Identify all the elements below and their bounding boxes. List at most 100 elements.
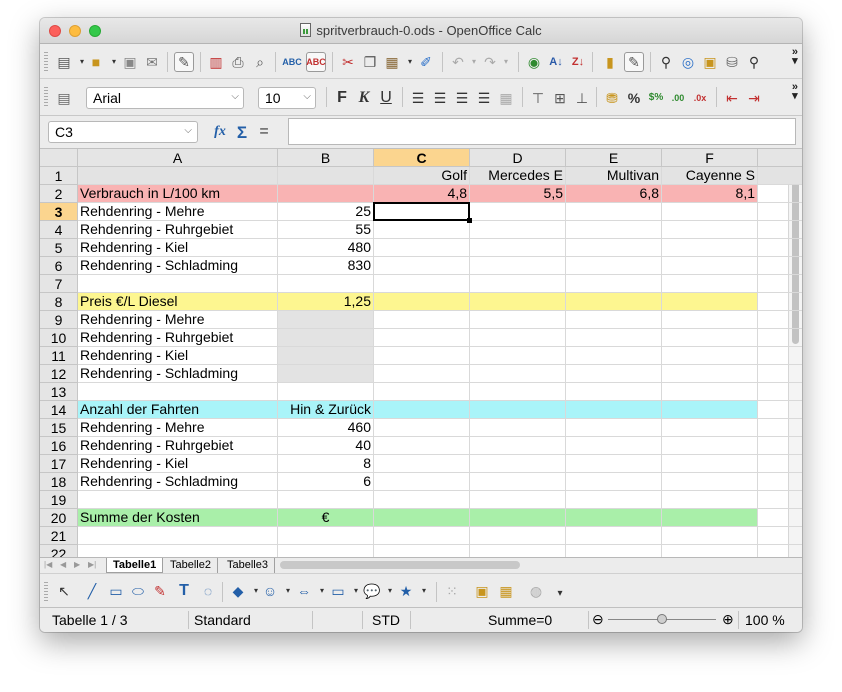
cell-c21[interactable]: [374, 527, 470, 545]
toolbar-grip[interactable]: [44, 52, 48, 72]
toolbar-grip[interactable]: [44, 582, 48, 602]
row-header-9[interactable]: 9: [40, 311, 78, 329]
draw-functions-icon[interactable]: ✎: [624, 52, 644, 72]
cell-a18[interactable]: Rehdenring - Schladming: [78, 473, 278, 491]
cell-c5[interactable]: [374, 239, 470, 257]
cell-a19[interactable]: [78, 491, 278, 509]
cell-g15[interactable]: [758, 419, 802, 437]
cell-e13[interactable]: [566, 383, 662, 401]
cell-f6[interactable]: [662, 257, 758, 275]
cell-a10[interactable]: Rehdenring - Ruhrgebiet: [78, 329, 278, 347]
align-top-icon[interactable]: ⊤: [528, 88, 548, 108]
cell-d22[interactable]: [470, 545, 566, 557]
cell-a3[interactable]: Rehdenring - Mehre: [78, 203, 278, 221]
cell-d15[interactable]: [470, 419, 566, 437]
delete-decimal-icon[interactable]: .0x: [690, 88, 710, 108]
function-wizard-button[interactable]: fx: [210, 122, 230, 142]
cell-f12[interactable]: [662, 365, 758, 383]
ellipse-icon[interactable]: ⬭: [128, 581, 148, 601]
cell-g19[interactable]: [758, 491, 802, 509]
block-arrows-icon[interactable]: ⇔: [294, 581, 314, 601]
selection-mode[interactable]: STD: [372, 612, 400, 628]
cell-e20[interactable]: [566, 509, 662, 527]
cell-e5[interactable]: [566, 239, 662, 257]
cell-c7[interactable]: [374, 275, 470, 293]
cell-g6[interactable]: [758, 257, 802, 275]
cell-c13[interactable]: [374, 383, 470, 401]
cell-f2[interactable]: 8,1: [662, 185, 758, 203]
points-icon[interactable]: ⁙: [442, 581, 462, 601]
cell-d21[interactable]: [470, 527, 566, 545]
cell-f3[interactable]: [662, 203, 758, 221]
zoom-icon[interactable]: ⚲: [744, 52, 764, 72]
cell-c16[interactable]: [374, 437, 470, 455]
cell-g5[interactable]: [758, 239, 802, 257]
formula-input[interactable]: [288, 118, 796, 145]
column-header-c[interactable]: C: [374, 149, 470, 167]
previous-sheet-icon[interactable]: ◀: [60, 560, 66, 569]
cell-g17[interactable]: [758, 455, 802, 473]
cell-e10[interactable]: [566, 329, 662, 347]
align-center-icon[interactable]: ☰: [430, 88, 450, 108]
merge-cells-icon[interactable]: ▦: [496, 88, 516, 108]
toolbar-overflow-icon[interactable]: ▾: [550, 584, 570, 604]
row-header-7[interactable]: 7: [40, 275, 78, 293]
cell-f1[interactable]: Cayenne S: [662, 167, 758, 185]
percent-format-button[interactable]: %: [624, 88, 644, 108]
cell-d14[interactable]: [470, 401, 566, 419]
cell-e4[interactable]: [566, 221, 662, 239]
cell-d10[interactable]: [470, 329, 566, 347]
cell-b7[interactable]: [278, 275, 374, 293]
row-header-17[interactable]: 17: [40, 455, 78, 473]
row-header-1[interactable]: 1: [40, 167, 78, 185]
cell-a7[interactable]: [78, 275, 278, 293]
row-header-11[interactable]: 11: [40, 347, 78, 365]
row-header-19[interactable]: 19: [40, 491, 78, 509]
cell-b14[interactable]: Hin & Zurück: [278, 401, 374, 419]
cell-c10[interactable]: [374, 329, 470, 347]
cell-e9[interactable]: [566, 311, 662, 329]
cell-c11[interactable]: [374, 347, 470, 365]
cell-a4[interactable]: Rehdenring - Ruhrgebiet: [78, 221, 278, 239]
cell-e17[interactable]: [566, 455, 662, 473]
cell-b19[interactable]: [278, 491, 374, 509]
sort-descending-icon[interactable]: Z↓: [568, 52, 588, 72]
cell-a20[interactable]: Summe der Kosten: [78, 509, 278, 527]
cell-b16[interactable]: 40: [278, 437, 374, 455]
new-document-icon[interactable]: ▤: [54, 52, 74, 72]
cell-a14[interactable]: Anzahl der Fahrten: [78, 401, 278, 419]
zoom-level[interactable]: 100 %: [745, 612, 785, 628]
cell-f13[interactable]: [662, 383, 758, 401]
cell-b4[interactable]: 55: [278, 221, 374, 239]
auto-spellcheck-icon[interactable]: ABC: [306, 52, 326, 72]
row-header-18[interactable]: 18: [40, 473, 78, 491]
row-header-13[interactable]: 13: [40, 383, 78, 401]
cell-f18[interactable]: [662, 473, 758, 491]
add-decimal-icon[interactable]: .00: [668, 88, 688, 108]
cell-f19[interactable]: [662, 491, 758, 509]
column-header-b[interactable]: B: [278, 149, 374, 167]
cell-g20[interactable]: [758, 509, 802, 527]
cell-c20[interactable]: [374, 509, 470, 527]
page-style[interactable]: Standard: [194, 612, 251, 628]
cell-f11[interactable]: [662, 347, 758, 365]
toolbar-grip[interactable]: [44, 87, 48, 107]
cell-g4[interactable]: [758, 221, 802, 239]
data-sources-icon[interactable]: ⛁: [722, 52, 742, 72]
cell-e12[interactable]: [566, 365, 662, 383]
cell-b10[interactable]: [278, 329, 374, 347]
cell-g2[interactable]: [758, 185, 802, 203]
cell-b21[interactable]: [278, 527, 374, 545]
cell-f9[interactable]: [662, 311, 758, 329]
row-header-20[interactable]: 20: [40, 509, 78, 527]
italic-button[interactable]: K: [354, 88, 374, 108]
cell-c4[interactable]: [374, 221, 470, 239]
cell-g22[interactable]: [758, 545, 802, 557]
select-arrow-icon[interactable]: ↖: [54, 581, 74, 601]
cut-icon[interactable]: ✂: [338, 52, 358, 72]
chart-icon[interactable]: ▮: [600, 52, 620, 72]
navigator-icon[interactable]: ◎: [678, 52, 698, 72]
cell-f10[interactable]: [662, 329, 758, 347]
cell-g11[interactable]: [758, 347, 802, 365]
cell-c2[interactable]: 4,8: [374, 185, 470, 203]
